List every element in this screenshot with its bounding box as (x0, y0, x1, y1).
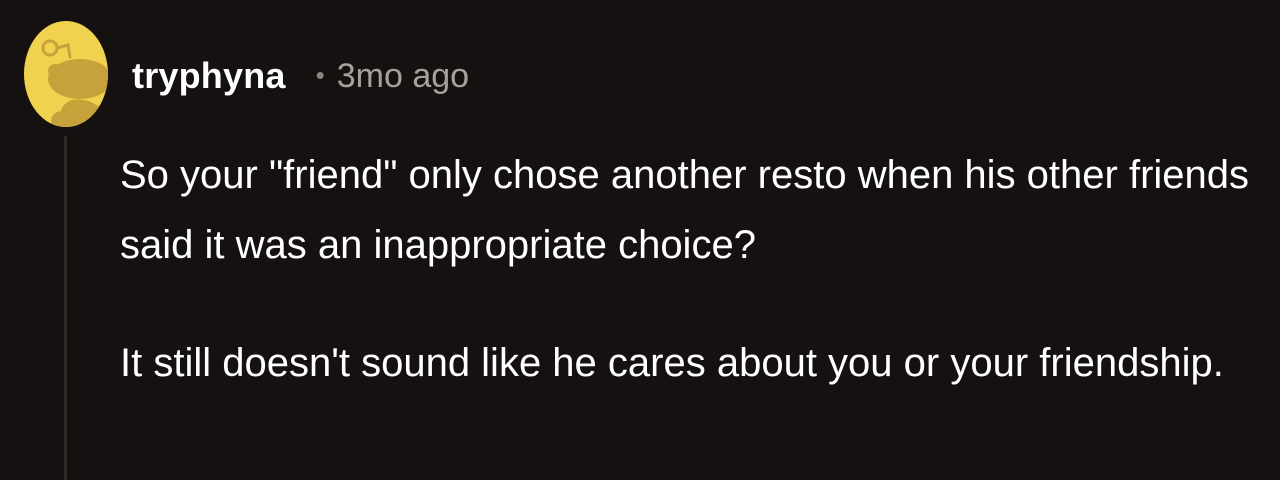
snoo-avatar-icon (24, 21, 108, 127)
comment-paragraph: It still doesn't sound like he cares abo… (120, 341, 1224, 385)
separator-dot: • (315, 59, 325, 90)
comment-body: So your "friend" only chose another rest… (120, 140, 1270, 398)
avatar[interactable] (24, 21, 108, 127)
username-link[interactable]: tryphyna (132, 55, 286, 97)
comment-header: tryphyna • 3mo ago (132, 52, 469, 100)
thread-line[interactable] (64, 136, 67, 480)
timestamp[interactable]: 3mo ago (337, 57, 469, 96)
comment-paragraph: So your "friend" only chose another rest… (120, 153, 1250, 267)
